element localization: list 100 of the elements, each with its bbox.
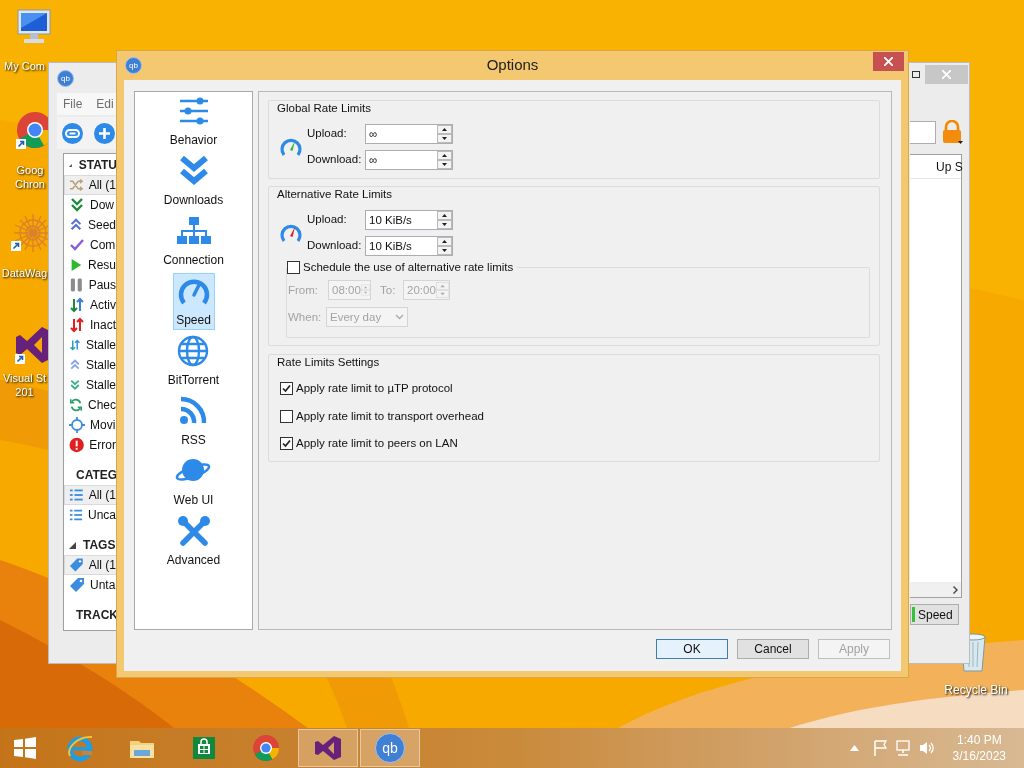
filter-item[interactable]: Movi xyxy=(64,415,117,435)
lock-icon xyxy=(941,120,963,144)
section-header[interactable]: TAGS xyxy=(83,536,116,554)
checkbox[interactable] xyxy=(287,261,300,275)
spin-arrows-icon xyxy=(435,281,449,300)
filter-item[interactable]: Seed xyxy=(64,215,117,235)
menu-item[interactable]: Edi xyxy=(96,95,114,113)
network-icon xyxy=(894,740,911,756)
up-down-arrows-icon xyxy=(69,337,81,353)
tools-icon xyxy=(175,515,212,547)
collapse-arrow-icon xyxy=(69,161,72,169)
filter-item[interactable]: Com xyxy=(64,235,117,255)
filter-item[interactable]: Activ xyxy=(64,295,117,315)
spin-box[interactable]: ∞ xyxy=(365,150,453,170)
category-item[interactable]: Downloads xyxy=(160,153,227,210)
horizontal-scrollbar[interactable] xyxy=(910,582,961,597)
category-item[interactable]: Advanced xyxy=(163,513,224,570)
category-item[interactable]: BitTorrent xyxy=(164,333,223,390)
double-chevron-down-icon xyxy=(69,197,85,213)
double-chevron-down-icon xyxy=(69,377,81,393)
spin-arrows-icon xyxy=(437,125,452,143)
column-header[interactable]: Up S xyxy=(936,157,963,176)
category-item[interactable]: Speed xyxy=(172,273,215,330)
category-item[interactable]: RSS xyxy=(172,393,215,450)
field-label: Download: xyxy=(307,238,363,254)
spin-arrows-icon xyxy=(437,237,452,255)
group-title: Alternative Rate Limits xyxy=(276,187,394,201)
group-title: Global Rate Limits xyxy=(276,101,372,115)
checkbox[interactable] xyxy=(280,436,293,450)
menu-item[interactable]: File xyxy=(63,95,83,113)
field-label: Upload: xyxy=(307,212,348,228)
spin-arrows-icon xyxy=(437,211,452,229)
spin-arrows-icon xyxy=(437,151,452,169)
filter-item[interactable]: All (1 xyxy=(64,555,117,575)
filter-item[interactable]: Stalle xyxy=(64,355,117,375)
filter-item[interactable]: Chec xyxy=(64,395,117,415)
checkbox[interactable] xyxy=(280,409,293,423)
pause-icon xyxy=(69,277,84,293)
category-item[interactable]: Connection xyxy=(160,213,227,270)
browser-icon xyxy=(252,734,280,762)
section-header[interactable]: TRACK xyxy=(76,606,117,624)
filter-item[interactable]: All (1 xyxy=(64,485,117,505)
checkbox-label[interactable]: Apply rate limit to µTP protocol xyxy=(296,380,453,398)
windows-logo-icon xyxy=(13,736,37,760)
filter-item[interactable]: Unta xyxy=(64,575,117,595)
field-label: To: xyxy=(380,282,397,298)
checkbox-label[interactable]: Apply rate limit to transport overhead xyxy=(296,407,484,425)
network-icon xyxy=(175,215,212,247)
double-chevron-up-icon xyxy=(69,217,83,233)
checkbox-label[interactable]: Schedule the use of alternative rate limits xyxy=(303,259,514,277)
field-label: Download: xyxy=(307,152,363,168)
maximize-icon xyxy=(912,71,920,78)
e-logo-icon xyxy=(66,734,94,762)
spin-box[interactable]: 10 KiB/s xyxy=(365,236,453,256)
app-logo: qb xyxy=(57,70,74,87)
crosshair-icon xyxy=(69,417,85,433)
tag-icon xyxy=(69,557,84,573)
section-header[interactable]: CATEG xyxy=(76,466,117,484)
spin-box[interactable]: 10 KiB/s xyxy=(365,210,453,230)
filter-item[interactable]: All (1 xyxy=(64,175,117,195)
app-logo: qb xyxy=(125,57,142,74)
link-icon xyxy=(62,122,83,144)
close-icon xyxy=(884,57,893,66)
dialog-button[interactable]: OK xyxy=(656,639,728,659)
category-item[interactable]: Web UI xyxy=(170,453,217,510)
speed-button[interactable]: Speed xyxy=(910,604,959,625)
refresh-icon xyxy=(69,397,83,413)
dialog-button[interactable]: Cancel xyxy=(737,639,809,659)
filter-item[interactable]: Paus xyxy=(64,275,117,295)
app-logo: qb xyxy=(375,733,405,763)
filter-item[interactable]: Resu xyxy=(64,255,117,275)
section-header[interactable]: STATU xyxy=(78,156,117,174)
list-icon xyxy=(69,487,84,503)
checkmark-icon xyxy=(69,237,85,253)
filter-item[interactable]: Error xyxy=(64,435,117,455)
filter-item[interactable]: Unca xyxy=(64,505,117,525)
shuffle-icon xyxy=(69,177,84,193)
taskbar-app[interactable] xyxy=(298,729,358,767)
chevron-up-icon xyxy=(849,745,859,751)
filter-item[interactable]: Inact xyxy=(64,315,117,335)
group-title: Rate Limits Settings xyxy=(276,355,381,370)
checkbox-label[interactable]: Apply rate limit to peers on LAN xyxy=(296,434,458,452)
field-label: From: xyxy=(288,282,320,298)
checkbox[interactable] xyxy=(280,382,293,396)
error-icon xyxy=(69,437,85,453)
close-button[interactable] xyxy=(873,52,904,71)
category-item[interactable]: Behavior xyxy=(166,93,221,150)
spin-box[interactable]: ∞ xyxy=(365,124,453,144)
search-field[interactable] xyxy=(910,121,936,144)
chevron-right-icon xyxy=(953,585,958,594)
chevron-down-icon xyxy=(395,314,404,321)
play-icon xyxy=(69,257,83,273)
checkmark-icon xyxy=(282,384,291,394)
filter-item[interactable]: Stalle xyxy=(64,375,117,395)
shopping-bag-icon xyxy=(190,734,218,762)
ribbon-logo-icon xyxy=(314,734,342,762)
filter-item[interactable]: Dow xyxy=(64,195,117,215)
taskbar-app[interactable]: qb xyxy=(360,729,420,767)
speaker-icon xyxy=(918,740,935,756)
filter-item[interactable]: Stalle xyxy=(64,335,117,355)
